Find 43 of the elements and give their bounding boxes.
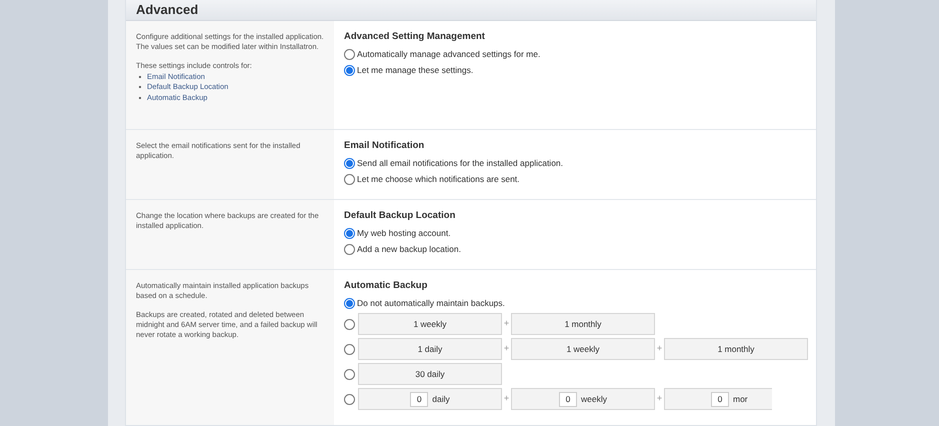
unit-label: daily (432, 392, 450, 406)
radio-button[interactable] (344, 244, 355, 255)
schedule-box[interactable]: 1 monthly (511, 313, 655, 335)
option-label[interactable]: My web hosting account. (357, 227, 451, 240)
section-heading: Advanced Setting Management (344, 30, 486, 44)
option-label[interactable]: Automatically manage advanced settings for me. (357, 48, 540, 61)
radio-button[interactable] (344, 394, 355, 404)
number-field[interactable]: 0 (711, 392, 729, 406)
radio-button[interactable] (344, 344, 355, 354)
radio-button[interactable] (344, 368, 355, 380)
plus-sign: + (502, 317, 510, 330)
radio-button[interactable] (344, 158, 355, 169)
number-field[interactable]: 0 (559, 392, 577, 406)
option-label[interactable]: Let me manage these settings. (357, 64, 474, 77)
radio-button[interactable] (344, 318, 355, 330)
schedule-box[interactable]: 1 monthly (664, 338, 808, 360)
option-label[interactable]: Let me choose which notifications are sent. (357, 173, 520, 186)
plus-sign: + (502, 392, 510, 406)
radio-button[interactable] (344, 228, 355, 239)
plus-sign: + (502, 342, 510, 356)
number-field[interactable]: 0 (410, 392, 428, 406)
unit-label: mor (733, 392, 748, 406)
schedule-box[interactable]: 1 weekly (358, 313, 502, 335)
section-heading: Default Backup Location (344, 208, 456, 222)
section-heading: Automatic Backup (344, 278, 428, 292)
schedule-box[interactable]: 1 daily (358, 338, 502, 360)
option-label[interactable]: Do not automatically maintain backups. (357, 297, 505, 310)
radio-button[interactable] (344, 65, 355, 76)
schedule-box[interactable]: 30 daily (358, 363, 502, 385)
radio-button[interactable] (344, 49, 355, 60)
option-label[interactable]: Send all email notifications for the installed application. (357, 157, 564, 170)
plus-sign: + (656, 342, 664, 356)
section-heading: Email Notification (344, 138, 426, 152)
schedule-box[interactable]: 1 weekly (511, 338, 655, 360)
schedule-box[interactable]: 0 weekly (511, 388, 655, 410)
radio-button[interactable] (344, 174, 355, 185)
schedule-box[interactable]: 0 mor (664, 388, 772, 410)
unit-label: weekly (581, 392, 607, 406)
plus-sign: + (656, 392, 664, 406)
schedule-box[interactable]: 0 daily (358, 388, 502, 410)
radio-button[interactable] (344, 298, 355, 309)
panel-title: Advanced (136, 1, 198, 19)
option-label[interactable]: Add a new backup location. (357, 243, 461, 256)
